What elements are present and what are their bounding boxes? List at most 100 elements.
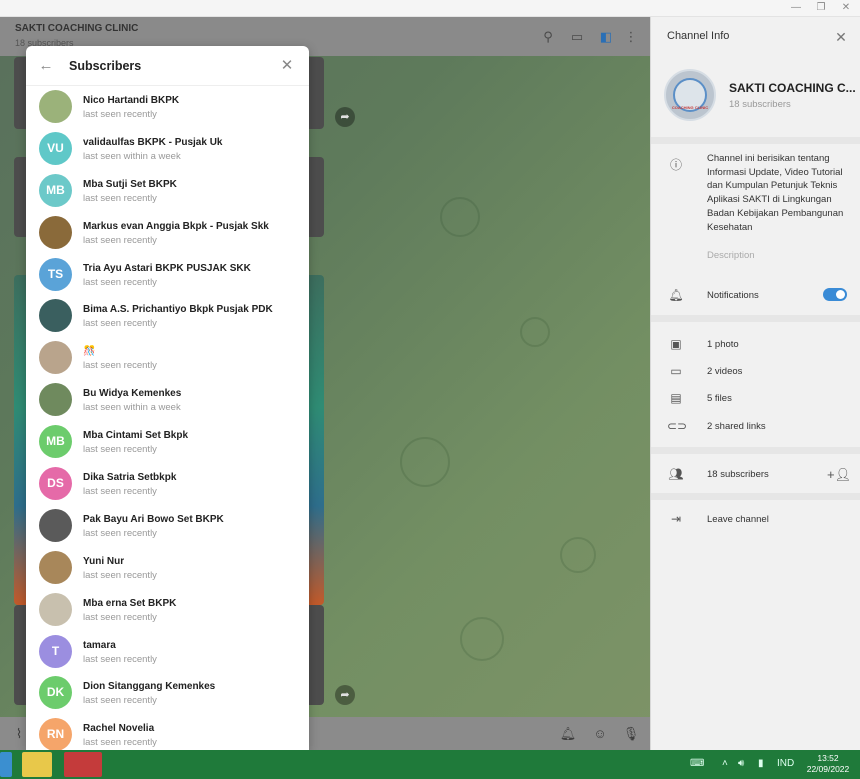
divider (651, 315, 860, 322)
chrome-icon[interactable] (64, 752, 102, 777)
description-label: Description (707, 250, 755, 261)
subscriber-row[interactable]: Bima A.S. Prichantiyo Bkpk Pusjak PDK las… (26, 295, 309, 337)
subscriber-row[interactable]: 🎊 last seen recently (26, 337, 309, 379)
videos-link[interactable]: 2 videos (707, 366, 742, 377)
search-icon[interactable]: ⚲ (539, 28, 557, 46)
avatar (39, 550, 72, 584)
subscriber-row[interactable]: Mba erna Set BKPK last seen recently (26, 589, 309, 631)
subscriber-row[interactable]: TS Tria Ayu Astari BKPK PUSJAK SKK last se… (26, 254, 309, 296)
subscriber-name: Bu Widya Kemenkes (83, 388, 182, 400)
back-arrow-icon[interactable]: ← (36, 56, 56, 76)
avatar (39, 215, 72, 249)
video-icon: ▭ (670, 364, 682, 378)
leave-channel-button[interactable]: Leave channel (707, 514, 769, 525)
tray-expand-icon[interactable]: ˄ (722, 758, 728, 769)
avatar: DS (39, 467, 72, 501)
shared-links-link[interactable]: 2 shared links (707, 421, 766, 432)
avatar (39, 508, 72, 542)
taskbar: ⌨ ˄ 🔊︎ ▮ IND 13:52 22/09/2022 (0, 750, 860, 779)
microphone-icon[interactable]: 🎙︎ (622, 725, 640, 743)
subscriber-row[interactable]: Yuni Nur last seen recently (26, 547, 309, 589)
close-icon[interactable]: ✕ (838, 1, 854, 15)
window-titlebar: — ❐ ✕ (0, 0, 860, 17)
background-doodle (440, 197, 480, 237)
subscriber-list: Nico Hartandi BKPK last seen recently VU va… (26, 86, 309, 750)
emoji-icon[interactable]: ☺ (591, 725, 609, 743)
chat-title[interactable]: SAKTI COACHING CLINIC (15, 23, 138, 34)
subscriber-name: Yuni Nur (83, 555, 125, 567)
divider (651, 137, 860, 144)
bell-icon: 🔔︎ (668, 288, 684, 302)
subscriber-name: Markus evan Anggia Bkpk - Pusjak Skk (83, 220, 269, 232)
file-explorer-icon[interactable] (22, 752, 52, 777)
users-icon: 👥︎ (668, 467, 684, 481)
background-doodle (520, 317, 550, 347)
notifications-label: Notifications (707, 290, 759, 301)
info-icon: ⓘ (669, 158, 682, 172)
subscriber-status: last seen recently (83, 192, 157, 204)
subscriber-status: last seen recently (83, 737, 157, 749)
subscriber-name: Dion Sitanggang Kemenkes (83, 681, 216, 693)
background-doodle (560, 537, 596, 573)
divider (651, 447, 860, 454)
subscriber-row[interactable]: Nico Hartandi BKPK last seen recently (26, 86, 309, 128)
subscriber-row[interactable]: Pak Bayu Ari Bowo Set BKPK last seen rece… (26, 505, 309, 547)
clock-time: 13:52 (817, 753, 839, 763)
subscriber-status: last seen within a week (83, 150, 181, 162)
subscriber-name: Dika Satria Setbkpk (83, 472, 177, 484)
files-link[interactable]: 5 files (707, 393, 732, 404)
more-options-icon[interactable]: ⋮ (622, 28, 640, 46)
channel-logo-text: COACHING CLINIC (671, 105, 709, 110)
sidebar-toggle-icon[interactable]: ◧ (597, 28, 615, 46)
channel-info-header: Channel Info ✕ (651, 17, 860, 56)
close-icon[interactable]: ✕ (831, 27, 851, 47)
notifications-toggle[interactable] (823, 288, 847, 301)
subscriber-row[interactable]: Bu Widya Kemenkes last seen within a week (26, 379, 309, 421)
forward-icon[interactable]: ➦ (335, 685, 355, 705)
subscriber-name: Rachel Novelia (83, 723, 155, 735)
clock[interactable]: 13:52 22/09/2022 (800, 753, 856, 775)
bell-icon[interactable]: 🔔︎ (559, 725, 577, 743)
subscriber-status: last seen recently (83, 109, 157, 120)
keyboard-icon[interactable]: ⌨ (690, 758, 704, 769)
avatar: VU (39, 131, 72, 165)
subscriber-name: Tria Ayu Astari BKPK PUSJAK SKK (83, 262, 251, 274)
channel-description: Channel ini berisikan tentang Informasi … (707, 153, 844, 233)
minimize-icon[interactable]: — (788, 1, 804, 15)
subscriber-status: last seen within a week (83, 402, 181, 414)
video-chat-icon[interactable]: ▭ (568, 28, 586, 46)
volume-icon[interactable]: 🔊︎ (738, 758, 744, 769)
subscriber-status: last seen recently (83, 444, 157, 456)
avatar (39, 592, 72, 626)
avatar: T (39, 634, 72, 668)
restore-icon[interactable]: ❐ (813, 1, 829, 15)
photo-icon: ▣ (670, 337, 682, 351)
forward-icon[interactable]: ➦ (335, 107, 355, 127)
subscriber-row[interactable]: Ttamara last seen recently (26, 631, 309, 673)
subscriber-row[interactable]: MB Mba Cintami Set Bkpk last seen recently (26, 421, 309, 463)
subscriber-row[interactable]: Markus evan Anggia Bkpk - Pusjak Skk last… (26, 212, 309, 254)
subscriber-row[interactable]: DS Dika Satria Setbkpk last seen recently (26, 463, 309, 505)
photos-link[interactable]: 1 photo (707, 339, 739, 350)
channel-avatar[interactable]: COACHING CLINIC (664, 69, 716, 121)
background-doodle (400, 437, 450, 487)
subscriber-row[interactable]: RN Rachel Novelia last seen recently (26, 714, 309, 750)
start-button[interactable] (0, 752, 12, 777)
subscriber-row[interactable]: MB Mba Sutji Set BKPK last seen recently (26, 170, 309, 212)
subscriber-name: Pak Bayu Ari Bowo Set BKPK (83, 513, 224, 525)
subscriber-status: last seen recently (83, 527, 157, 539)
close-icon[interactable]: ✕ (277, 56, 297, 76)
subscriber-name: Bima A.S. Prichantiyo Bkpk Pusjak PDK (83, 304, 273, 316)
network-icon[interactable]: ▮ (758, 758, 764, 769)
channel-info-panel: Channel Info ✕ COACHING CLINIC SAKTI COA… (650, 17, 860, 750)
subscribers-link[interactable]: 18 subscribers (707, 469, 769, 480)
subscriber-status: last seen recently (83, 695, 157, 707)
add-user-icon[interactable]: +👤︎ (827, 466, 851, 484)
subscriber-row[interactable]: VU validaulfas BKPK - Pusjak Uk last seen … (26, 128, 309, 170)
input-language[interactable]: IND (777, 758, 794, 769)
subscriber-row[interactable]: DK Dion Sitanggang Kemenkes last seen rece… (26, 672, 309, 714)
dialog-title: Subscribers (69, 59, 142, 73)
avatar: TS (39, 257, 72, 291)
dialog-header: ← Subscribers ✕ (26, 46, 309, 86)
background-doodle (460, 617, 504, 661)
